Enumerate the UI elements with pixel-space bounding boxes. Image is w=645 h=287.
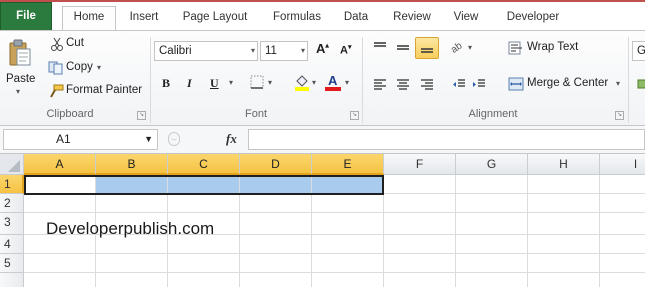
decrease-indent-icon[interactable] bbox=[452, 78, 466, 90]
group-separator bbox=[628, 37, 629, 123]
format-painter-icon[interactable] bbox=[48, 84, 64, 98]
font-name-select[interactable]: Calibri ▾ bbox=[154, 41, 258, 61]
number-format-select[interactable]: G bbox=[632, 41, 645, 61]
chevron-down-icon: ▼ bbox=[144, 134, 153, 144]
font-color-icon: A bbox=[328, 73, 338, 88]
row-header-2[interactable]: 2 bbox=[0, 194, 24, 213]
tab-data[interactable]: Data bbox=[338, 7, 374, 31]
align-bottom-icon[interactable] bbox=[415, 37, 439, 59]
tab-developer[interactable]: Developer bbox=[498, 7, 568, 31]
alignment-group-label: Alignment bbox=[468, 108, 518, 120]
number-format-value: G bbox=[637, 45, 645, 57]
column-header-h[interactable]: H bbox=[528, 154, 600, 175]
orientation-dropdown-icon[interactable]: ▾ bbox=[468, 43, 472, 52]
font-size-value: 11 bbox=[265, 45, 277, 57]
paste-dropdown-icon[interactable]: ▾ bbox=[16, 87, 20, 96]
tab-review[interactable]: Review bbox=[388, 7, 436, 31]
font-color-dropdown-icon[interactable]: ▾ bbox=[345, 78, 349, 87]
increase-indent-icon[interactable] bbox=[472, 78, 486, 90]
accounting-format-icon[interactable] bbox=[637, 77, 645, 91]
column-header-a[interactable]: A bbox=[24, 154, 96, 175]
align-top-icon[interactable] bbox=[373, 41, 387, 53]
font-name-value: Calibri bbox=[159, 45, 192, 57]
bold-button[interactable]: B bbox=[162, 76, 170, 91]
font-group-label: Font bbox=[244, 108, 267, 120]
name-box[interactable]: A1 ▼ bbox=[3, 129, 158, 150]
fill-color-dropdown-icon[interactable]: ▾ bbox=[312, 78, 316, 87]
tab-file[interactable]: File bbox=[0, 2, 52, 31]
align-right-icon[interactable] bbox=[420, 78, 434, 90]
formula-bar-expand-icon[interactable]: – bbox=[168, 132, 180, 146]
font-color-button[interactable]: A bbox=[324, 73, 342, 91]
merge-center-button[interactable]: Merge & Center bbox=[527, 77, 608, 89]
font-launcher-icon[interactable]: ↘ bbox=[350, 111, 359, 120]
chevron-down-icon: ▾ bbox=[300, 46, 305, 55]
column-header-e[interactable]: E bbox=[312, 154, 384, 175]
align-center-icon[interactable] bbox=[396, 78, 410, 90]
row-header-6[interactable] bbox=[0, 273, 24, 287]
font-color-bar bbox=[325, 87, 341, 91]
chevron-down-icon: ▾ bbox=[250, 46, 255, 55]
column-header-b[interactable]: B bbox=[96, 154, 168, 175]
format-painter-button[interactable]: Format Painter bbox=[66, 84, 142, 96]
row-header-5[interactable]: 5 bbox=[0, 254, 24, 273]
shrink-font-icon: A bbox=[340, 44, 348, 57]
cell-a3-text[interactable]: Developerpublish.com bbox=[46, 219, 214, 239]
column-header-g[interactable]: G bbox=[456, 154, 528, 175]
row-header-3[interactable]: 3 bbox=[0, 213, 24, 235]
copy-icon[interactable] bbox=[48, 61, 64, 75]
tab-formulas[interactable]: Formulas bbox=[266, 7, 328, 31]
svg-text:ab: ab bbox=[450, 40, 465, 54]
grow-font-button[interactable]: A▴ bbox=[316, 41, 329, 56]
clipboard-launcher-icon[interactable]: ↘ bbox=[137, 111, 146, 120]
column-header-i[interactable]: I bbox=[600, 154, 645, 175]
tab-insert[interactable]: Insert bbox=[122, 7, 166, 31]
font-size-select[interactable]: 11 ▾ bbox=[260, 41, 308, 61]
underline-dropdown-icon[interactable]: ▾ bbox=[229, 78, 233, 87]
row-header-4[interactable]: 4 bbox=[0, 235, 24, 254]
wrap-text-button[interactable]: Wrap Text bbox=[527, 41, 578, 53]
tab-view[interactable]: View bbox=[448, 7, 484, 31]
cut-icon[interactable] bbox=[50, 37, 64, 51]
merge-dropdown-icon[interactable]: ▾ bbox=[616, 79, 620, 88]
insert-function-icon[interactable]: fx bbox=[226, 131, 237, 147]
borders-dropdown-icon[interactable]: ▾ bbox=[268, 78, 272, 87]
grow-font-icon: A bbox=[316, 41, 326, 56]
orientation-icon[interactable]: ab bbox=[449, 40, 466, 56]
underline-button[interactable]: U bbox=[210, 76, 219, 91]
italic-button[interactable]: I bbox=[187, 76, 192, 91]
alignment-launcher-icon[interactable]: ↘ bbox=[615, 111, 624, 120]
select-all-corner[interactable] bbox=[0, 154, 24, 175]
ribbon-tab-bar: File Home Insert Page Layout Formulas Da… bbox=[0, 0, 645, 31]
cut-button[interactable]: Cut bbox=[66, 37, 84, 49]
wrap-text-icon[interactable] bbox=[508, 41, 524, 55]
name-box-value: A1 bbox=[56, 132, 71, 146]
column-header-f[interactable]: F bbox=[384, 154, 456, 175]
align-left-icon[interactable] bbox=[373, 78, 387, 90]
tab-home[interactable]: Home bbox=[62, 6, 116, 31]
formula-input[interactable] bbox=[248, 129, 645, 150]
column-header-d[interactable]: D bbox=[240, 154, 312, 175]
fill-color-icon[interactable] bbox=[294, 73, 310, 91]
paste-icon[interactable] bbox=[8, 39, 32, 67]
paste-button[interactable]: Paste bbox=[6, 73, 35, 85]
tab-page-layout[interactable]: Page Layout bbox=[176, 7, 254, 31]
copy-button[interactable]: Copy bbox=[66, 61, 93, 73]
align-middle-icon[interactable] bbox=[396, 41, 410, 53]
copy-dropdown-icon[interactable]: ▾ bbox=[97, 63, 101, 72]
clipboard-group-label: Clipboard bbox=[46, 108, 94, 120]
ribbon: Paste ▾ Cut Copy ▾ Format Painter Clipbo… bbox=[0, 30, 645, 126]
column-header-c[interactable]: C bbox=[168, 154, 240, 175]
formula-bar: A1 ▼ – fx bbox=[0, 126, 645, 154]
selection-outline bbox=[24, 175, 384, 195]
title-accent-line bbox=[0, 0, 645, 2]
row-header-1[interactable]: 1 bbox=[0, 175, 24, 194]
worksheet-grid: A B C D E F G H I 1 2 3 4 5 Developerpub… bbox=[0, 154, 645, 287]
shrink-font-button[interactable]: A▾ bbox=[340, 43, 351, 57]
borders-icon[interactable] bbox=[250, 75, 264, 89]
merge-center-icon[interactable] bbox=[508, 77, 524, 91]
